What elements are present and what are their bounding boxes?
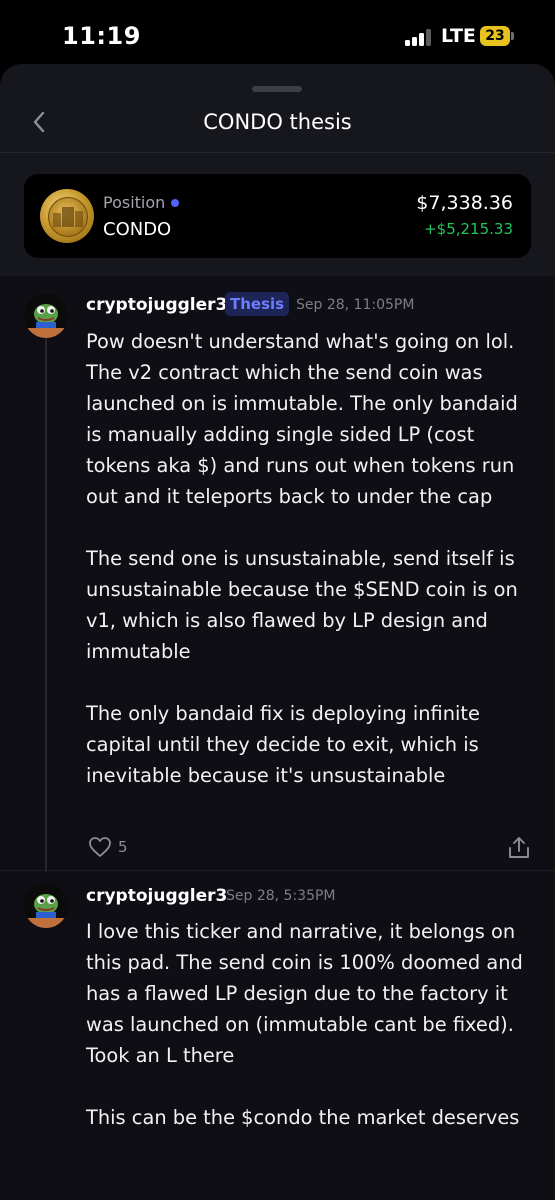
thread-line — [45, 336, 47, 872]
comment-paragraph: This can be the $condo the market deserv… — [86, 1106, 520, 1129]
comment-paragraph: Pow doesn't understand what's going on l… — [86, 330, 518, 508]
blue-dot-icon — [171, 199, 179, 207]
network-type: LTE — [441, 25, 476, 47]
pepe-avatar[interactable] — [24, 294, 68, 338]
comment: cryptojuggler3 Thesis Sep 28, 11:05PM Po… — [0, 276, 555, 872]
comment-body: I love this ticker and narrative, it bel… — [86, 916, 526, 1133]
header-divider — [0, 152, 555, 153]
comment-username[interactable]: cryptojuggler3 — [86, 295, 227, 315]
share-icon[interactable] — [507, 835, 531, 861]
comment-body: Pow doesn't understand what's going on l… — [86, 326, 526, 791]
signal-bars-icon — [405, 28, 435, 46]
heart-icon — [89, 837, 111, 857]
position-label: Position — [103, 193, 166, 212]
comment-date: Sep 28, 5:35PM — [226, 888, 336, 904]
pepe-avatar[interactable] — [24, 884, 68, 928]
status-bar: 11:19 LTE 23 — [0, 0, 555, 70]
position-card[interactable]: Position CONDO $7,338.36 +$5,215.33 — [24, 174, 531, 258]
comment-date: Sep 28, 11:05PM — [296, 297, 415, 313]
position-value: $7,338.36 — [416, 192, 513, 214]
condo-coin-logo — [40, 189, 94, 243]
position-ticker: CONDO — [103, 219, 172, 240]
comment-paragraph: The send one is unsustainable, send itse… — [86, 547, 518, 663]
battery-icon: 23 — [480, 26, 516, 46]
comment-username[interactable]: cryptojuggler3 — [86, 886, 227, 906]
status-time: 11:19 — [62, 22, 141, 50]
comment-paragraph: The only bandaid fix is deploying infini… — [86, 702, 480, 787]
thesis-badge: Thesis — [225, 292, 290, 316]
comment-paragraph: I love this ticker and narrative, it bel… — [86, 920, 523, 1067]
comment: cryptojuggler3 Sep 28, 5:35PM I love thi… — [0, 871, 555, 1200]
position-gain: +$5,215.33 — [424, 220, 513, 238]
sheet-grabber[interactable] — [252, 86, 302, 92]
like-count: 5 — [118, 838, 128, 856]
page-title: CONDO thesis — [203, 110, 352, 134]
battery-level: 23 — [480, 26, 510, 46]
thesis-sheet: CONDO thesis Position CONDO $7,338.36 +$… — [0, 64, 555, 1200]
like-button[interactable]: 5 — [88, 836, 148, 860]
